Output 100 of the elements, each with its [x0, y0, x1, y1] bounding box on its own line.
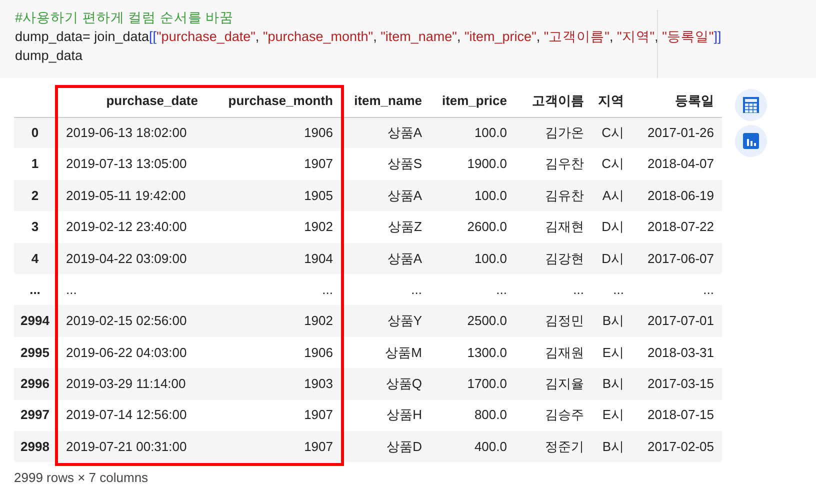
table-cell: 상품S [341, 148, 430, 180]
code-line: dump_data= join_data[["purchase_date", "purchase_month", "item_name", "item_price", "고객이름", "지역", "등록일"]] [15, 28, 722, 46]
table-cell: 1907 [206, 148, 341, 180]
table-cell: 상품Q [341, 368, 430, 400]
table-cell: 1902 [206, 211, 341, 243]
table-cell: 1906 [206, 117, 341, 148]
table-cell: B시 [592, 430, 632, 462]
table-cell: 2018-07-22 [632, 211, 722, 243]
table-cell: 100.0 [430, 117, 515, 148]
table-cell: 2018-04-07 [632, 148, 722, 180]
table-cell: ... [592, 274, 632, 306]
table-cell: 상품D [341, 430, 430, 462]
table-cell: C시 [592, 117, 632, 148]
column-header: 고객이름 [515, 85, 592, 117]
table-cell: 2017-03-15 [632, 368, 722, 400]
table-footer: 2999 rows × 7 columns [14, 468, 722, 488]
column-header: 등록일 [632, 85, 722, 117]
table-cell: 1907 [206, 430, 341, 462]
row-index: 3 [14, 211, 56, 243]
table-cell: B시 [592, 305, 632, 337]
table-cell: 1905 [206, 180, 341, 212]
code-cell[interactable]: #사용하기 편하게 컬럼 순서를 바꿈 dump_data= join_data[["purchase_date", "purchase_month", "item_name", "item_price", "고객이름", "지역", "등록일"]] dump_data [0, 0, 816, 78]
row-index: 2994 [14, 305, 56, 337]
table-cell: 상품A [341, 180, 430, 212]
table-cell: ... [206, 274, 341, 306]
table-cell: 상품Y [341, 305, 430, 337]
table-cell: 김정민 [515, 305, 592, 337]
table-cell: 상품Z [341, 211, 430, 243]
table-cell: 2019-06-22 04:03:00 [56, 336, 206, 368]
row-index: ... [14, 274, 56, 306]
table-cell: 1906 [206, 336, 341, 368]
table-cell: 800.0 [430, 400, 515, 431]
table-cell: 2600.0 [430, 211, 515, 243]
column-header: item_name [341, 85, 430, 117]
table-cell: 2019-04-22 03:09:00 [56, 242, 206, 274]
table-cell: 김재원 [515, 336, 592, 368]
table-cell: 1900.0 [430, 148, 515, 180]
table-cell: 2018-03-31 [632, 336, 722, 368]
table-cell: 400.0 [430, 430, 515, 462]
table-cell: ... [341, 274, 430, 306]
table-cell: 1907 [206, 400, 341, 431]
table-cell: ... [56, 274, 206, 306]
table-cell: 1903 [206, 368, 341, 400]
table-cell: B시 [592, 368, 632, 400]
column-header: purchase_month [206, 85, 341, 117]
table-cell: 2017-02-05 [632, 430, 722, 462]
table-cell: 2019-03-29 11:14:00 [56, 368, 206, 400]
table-cell: 2019-06-13 18:02:00 [56, 117, 206, 148]
table-view-button[interactable] [735, 89, 767, 121]
table-cell: 2019-02-15 02:56:00 [56, 305, 206, 337]
table-cell: ... [515, 274, 592, 306]
table-cell: 김가온 [515, 117, 592, 148]
row-index: 2996 [14, 368, 56, 400]
table-cell: 상품H [341, 400, 430, 431]
row-index: 2997 [14, 400, 56, 431]
table-cell: 2018-06-19 [632, 180, 722, 212]
table-cell: 2018-07-15 [632, 400, 722, 431]
table-cell: D시 [592, 242, 632, 274]
table-cell: 2019-02-12 23:40:00 [56, 211, 206, 243]
table-cell: 1300.0 [430, 336, 515, 368]
table-cell: 100.0 [430, 180, 515, 212]
column-header: item_price [430, 85, 515, 117]
column-header: purchase_date [56, 85, 206, 117]
table-cell: 2019-07-13 13:05:00 [56, 148, 206, 180]
table-cell: A시 [592, 180, 632, 212]
table-cell: 정준기 [515, 430, 592, 462]
table-cell: 상품A [341, 242, 430, 274]
table-cell: 2017-01-26 [632, 117, 722, 148]
table-cell: 2019-07-14 12:56:00 [56, 400, 206, 431]
table-cell: 김승주 [515, 400, 592, 431]
table-icon [742, 96, 760, 114]
table-cell: 1904 [206, 242, 341, 274]
row-index: 2995 [14, 336, 56, 368]
code-line: dump_data [15, 47, 83, 65]
table-cell: ... [632, 274, 722, 306]
table-cell: 100.0 [430, 242, 515, 274]
bar-chart-icon [742, 132, 760, 150]
table-cell: 2019-07-21 00:31:00 [56, 430, 206, 462]
table-cell: 2017-07-01 [632, 305, 722, 337]
table-cell: 김지율 [515, 368, 592, 400]
row-index: 1 [14, 148, 56, 180]
table-cell: 2019-05-11 19:42:00 [56, 180, 206, 212]
row-index: 2 [14, 180, 56, 212]
row-index: 2998 [14, 430, 56, 462]
row-index: 4 [14, 242, 56, 274]
table-cell: 김우찬 [515, 148, 592, 180]
row-index: 0 [14, 117, 56, 148]
table-cell: 1700.0 [430, 368, 515, 400]
table-cell: 김강현 [515, 242, 592, 274]
table-cell: 김유찬 [515, 180, 592, 212]
chart-button[interactable] [735, 125, 767, 157]
table-cell: 2017-06-07 [632, 242, 722, 274]
table-cell: 상품A [341, 117, 430, 148]
table-cell: E시 [592, 400, 632, 431]
table-cell: E시 [592, 336, 632, 368]
column-header: 지역 [592, 85, 632, 117]
table-cell: C시 [592, 148, 632, 180]
table-cell: 상품M [341, 336, 430, 368]
code-line: #사용하기 편하게 컬럼 순서를 바꿈 [15, 9, 234, 27]
table-cell: ... [430, 274, 515, 306]
